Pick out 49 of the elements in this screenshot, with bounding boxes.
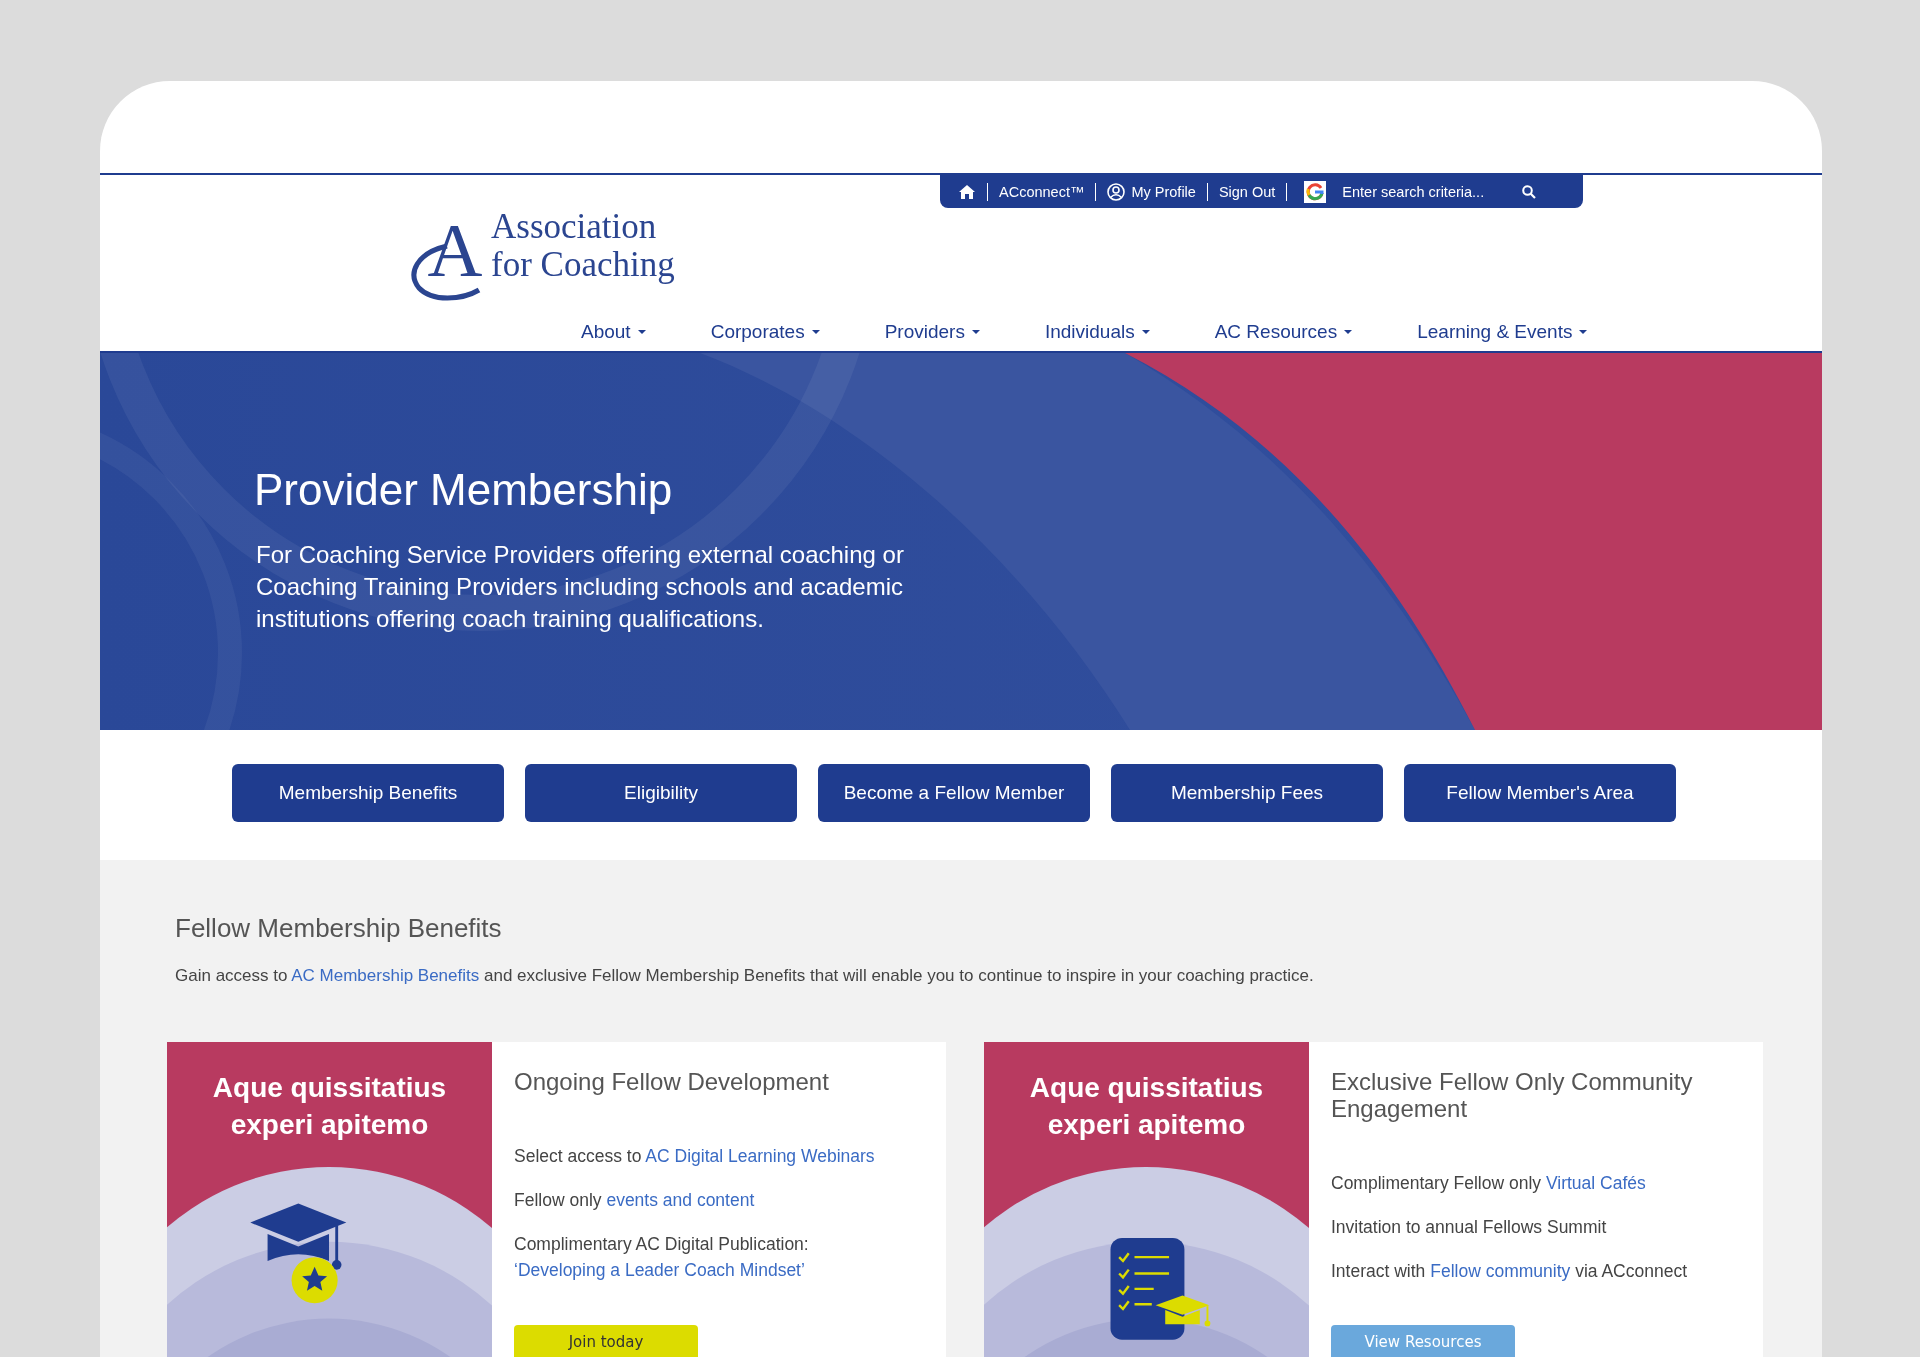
hero-title: Provider Membership	[254, 465, 674, 515]
link[interactable]: events and content	[606, 1190, 755, 1210]
caret-icon	[1579, 330, 1588, 334]
section-button[interactable]: Become a Fellow Member	[818, 764, 1090, 822]
search-icon[interactable]	[1522, 184, 1537, 199]
top-link[interactable]: ACconnect™	[999, 183, 1085, 200]
section-button[interactable]: Membership Benefits	[232, 764, 504, 822]
google-icon	[1304, 180, 1327, 203]
card-text: Complimentary AC Digital Publication: ‘Developing a Leader Coach Mindset’	[514, 1233, 810, 1282]
section-button[interactable]: Eligibility	[525, 764, 797, 822]
intro-text: Gain access to AC Membership Benefits and exclusive Fellow Membership Benefits that will enable you to continue to inspire in your coaching practice.	[175, 966, 1315, 986]
card-text: Interact with Fellow community via ACconnect	[1331, 1260, 1688, 1283]
nav-item[interactable]: Corporates	[710, 321, 820, 343]
nav-item[interactable]: Learning & Events	[1417, 321, 1588, 343]
section-title: Fellow Membership Benefits	[175, 913, 503, 944]
link[interactable]: AC Digital Learning Webinars	[645, 1146, 875, 1166]
nav-item[interactable]: AC Resources	[1214, 321, 1353, 343]
card-text: Select access to AC Digital Learning Webinars	[514, 1145, 876, 1168]
nav-item[interactable]: Individuals	[1044, 321, 1150, 343]
hero-text: For Coaching Service Providers offering external coaching or Coaching Training Providers including schools and academic institutions offering coach training qualifications.	[256, 540, 905, 634]
link[interactable]: AC Membership Benefits	[291, 966, 480, 985]
caret-icon	[1344, 330, 1353, 334]
top-link[interactable]: Sign Out	[1218, 183, 1276, 200]
user-icon	[1107, 182, 1126, 201]
section-button[interactable]: Membership Fees	[1111, 764, 1383, 822]
caret-icon	[811, 330, 820, 334]
card-text: Invitation to annual Fellows Summit	[1331, 1216, 1608, 1239]
caret-icon	[637, 330, 646, 334]
nav-item[interactable]: About	[581, 321, 646, 343]
link[interactable]: Virtual Cafés	[1545, 1173, 1646, 1193]
section-button[interactable]: Fellow Member's Area	[1404, 764, 1676, 822]
banner-text: Aque quissitatius experi apitemo	[1028, 1071, 1265, 1142]
card-text: Fellow only events and content	[514, 1189, 756, 1212]
card-button[interactable]: Join today	[514, 1325, 698, 1357]
card-text: Complimentary Fellow only Virtual Cafés	[1331, 1172, 1647, 1195]
card-title: Ongoing Fellow Development	[514, 1068, 830, 1095]
profile-link[interactable]: My Profile	[1107, 182, 1196, 201]
link[interactable]: ‘Developing a Leader Coach Mindset’	[514, 1260, 805, 1280]
caret-icon	[971, 330, 980, 334]
banner-text: Aque quissitatius experi apitemo	[211, 1071, 448, 1142]
link[interactable]: Fellow community	[1430, 1261, 1571, 1281]
search-field[interactable]: Enter search criteria...	[1342, 183, 1493, 200]
home-icon[interactable]	[958, 183, 976, 200]
checklist-icon	[1110, 1237, 1211, 1340]
caret-icon	[1141, 330, 1150, 334]
card-title: Exclusive Fellow Only Community Engagement	[1331, 1068, 1694, 1122]
nav-item[interactable]: Providers	[884, 321, 980, 343]
graduation-cap-icon	[250, 1203, 347, 1304]
logo-text: for Coaching	[491, 246, 675, 284]
